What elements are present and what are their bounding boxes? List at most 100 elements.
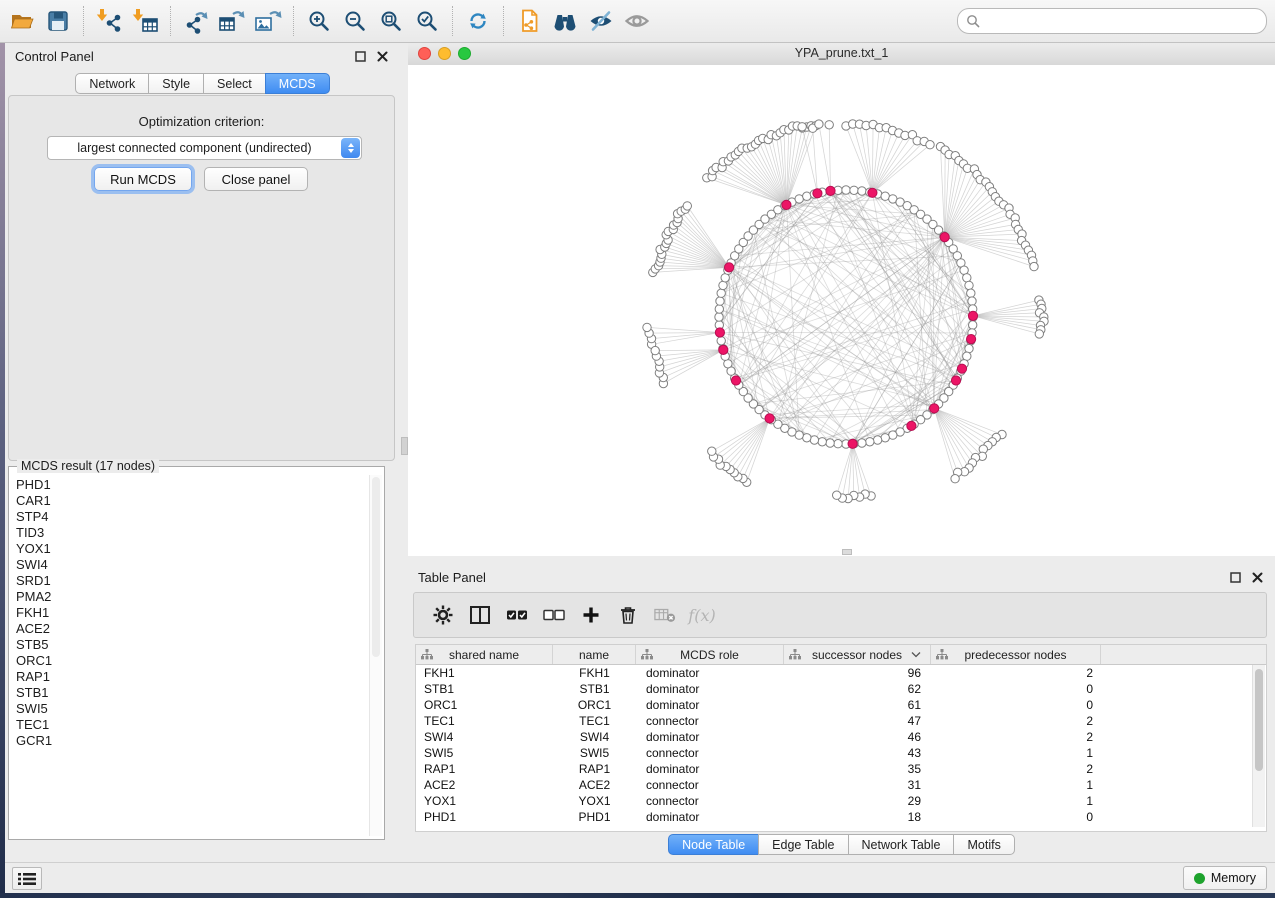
search-input[interactable] — [980, 13, 1258, 29]
column-header-shared-name[interactable]: shared name — [416, 645, 553, 664]
table-panel-float-button[interactable] — [1227, 569, 1243, 585]
tab-mcds[interactable]: MCDS — [265, 73, 330, 94]
open-file-button[interactable] — [4, 3, 40, 39]
table-row[interactable]: FKH1FKH1dominator962 — [416, 665, 1266, 681]
mcds-result-item[interactable]: CAR1 — [11, 493, 368, 509]
network-window-titlebar[interactable]: YPA_prune.txt_1 — [408, 43, 1275, 66]
network-canvas[interactable] — [408, 65, 1275, 556]
mcds-result-item[interactable]: ORC1 — [11, 653, 368, 669]
control-panel-float-button[interactable] — [352, 48, 368, 64]
graph-node[interactable] — [1035, 330, 1043, 338]
mcds-result-item[interactable]: SWI4 — [11, 557, 368, 573]
table-row[interactable]: ACE2ACE2connector311 — [416, 777, 1266, 793]
graph-node[interactable] — [717, 289, 725, 297]
graph-node[interactable] — [969, 321, 977, 329]
mcds-result-item[interactable]: FKH1 — [11, 605, 368, 621]
graph-node[interactable] — [798, 123, 806, 131]
table-row[interactable]: SWI4SWI4dominator462 — [416, 729, 1266, 745]
run-mcds-button[interactable]: Run MCDS — [94, 167, 192, 191]
export-image-button[interactable] — [250, 3, 286, 39]
graph-node[interactable] — [968, 297, 976, 305]
graph-node[interactable] — [719, 281, 727, 289]
graph-hub-node[interactable] — [968, 311, 977, 320]
graph-node[interactable] — [967, 289, 975, 297]
table-row[interactable]: YOX1YOX1connector291 — [416, 793, 1266, 809]
mcds-result-item[interactable]: STB1 — [11, 685, 368, 701]
graph-hub-node[interactable] — [907, 421, 916, 430]
memory-button[interactable]: Memory — [1183, 866, 1267, 890]
mcds-result-item[interactable]: RAP1 — [11, 669, 368, 685]
graph-node[interactable] — [1030, 262, 1038, 270]
deselect-all-checkboxes-button[interactable] — [543, 604, 565, 626]
mcds-scrollbar-thumb[interactable] — [372, 477, 380, 657]
graph-node[interactable] — [651, 346, 659, 354]
table-row[interactable]: STB1STB1dominator620 — [416, 681, 1266, 697]
export-table-button[interactable] — [214, 3, 250, 39]
mcds-result-item[interactable]: GCR1 — [11, 733, 368, 749]
tab-select[interactable]: Select — [203, 73, 266, 94]
graph-node[interactable] — [810, 436, 818, 444]
graph-hub-node[interactable] — [725, 263, 734, 272]
graph-node[interactable] — [850, 186, 858, 194]
graph-node[interactable] — [951, 475, 959, 483]
table-row[interactable]: PHD1PHD1dominator180 — [416, 809, 1266, 825]
binoculars-button[interactable] — [547, 3, 583, 39]
mcds-result-item[interactable]: STP4 — [11, 509, 368, 525]
hide-graphics-details-button[interactable] — [583, 3, 619, 39]
graph-hub-node[interactable] — [940, 233, 949, 242]
tab-network-table[interactable]: Network Table — [848, 834, 955, 855]
mcds-result-item[interactable]: SWI5 — [11, 701, 368, 717]
mcds-result-item[interactable]: TID3 — [11, 525, 368, 541]
graph-hub-node[interactable] — [731, 376, 740, 385]
delete-column-button[interactable] — [617, 604, 639, 626]
add-column-button[interactable] — [580, 604, 602, 626]
column-header-successor-nodes[interactable]: successor nodes — [784, 645, 931, 664]
graph-node[interactable] — [815, 120, 823, 128]
column-chooser-button[interactable] — [469, 604, 491, 626]
zoom-in-button[interactable] — [301, 3, 337, 39]
mcds-result-item[interactable]: PMA2 — [11, 589, 368, 605]
import-network-button[interactable] — [91, 3, 127, 39]
column-header-mcds-role[interactable]: MCDS role — [636, 645, 784, 664]
zoom-selected-button[interactable] — [409, 3, 445, 39]
graph-node[interactable] — [825, 121, 833, 129]
tab-edge-table[interactable]: Edge Table — [758, 834, 848, 855]
table-panel-close-button[interactable] — [1249, 569, 1265, 585]
graph-node[interactable] — [818, 438, 826, 446]
graph-hub-node[interactable] — [826, 186, 835, 195]
vertical-splitter-handle[interactable] — [401, 437, 408, 455]
graph-node[interactable] — [708, 447, 716, 455]
column-header-predecessor-nodes[interactable]: predecessor nodes — [931, 645, 1101, 664]
graph-hub-node[interactable] — [719, 345, 728, 354]
graph-hub-node[interactable] — [715, 328, 724, 337]
graph-hub-node[interactable] — [765, 414, 774, 423]
close-panel-button[interactable]: Close panel — [204, 167, 308, 191]
delete-table-button[interactable] — [654, 604, 676, 626]
graph-node[interactable] — [858, 439, 866, 447]
graph-node[interactable] — [881, 434, 889, 442]
mcds-result-item[interactable]: SRD1 — [11, 573, 368, 589]
mcds-result-item[interactable]: TEC1 — [11, 717, 368, 733]
criterion-dropdown[interactable]: largest connected component (undirected) — [47, 136, 362, 160]
graph-node[interactable] — [842, 186, 850, 194]
zoom-out-button[interactable] — [337, 3, 373, 39]
import-table-button[interactable] — [127, 3, 163, 39]
graph-node[interactable] — [963, 274, 971, 282]
tab-motifs[interactable]: Motifs — [953, 834, 1014, 855]
mcds-result-item[interactable]: PHD1 — [11, 477, 368, 493]
mcds-result-item[interactable]: ACE2 — [11, 621, 368, 637]
graph-node[interactable] — [826, 439, 834, 447]
mcds-result-item[interactable]: YOX1 — [11, 541, 368, 557]
export-network-button[interactable] — [178, 3, 214, 39]
refresh-view-button[interactable] — [460, 3, 496, 39]
graph-hub-node[interactable] — [848, 439, 857, 448]
graph-node[interactable] — [803, 192, 811, 200]
table-row[interactable]: TEC1TEC1connector472 — [416, 713, 1266, 729]
table-row[interactable]: ORC1ORC1dominator610 — [416, 697, 1266, 713]
graph-hub-node[interactable] — [951, 376, 960, 385]
graph-hub-node[interactable] — [868, 188, 877, 197]
column-header-name[interactable]: name — [553, 645, 636, 664]
graph-node[interactable] — [716, 297, 724, 305]
graph-hub-node[interactable] — [967, 335, 976, 344]
control-panel-close-button[interactable] — [374, 48, 390, 64]
